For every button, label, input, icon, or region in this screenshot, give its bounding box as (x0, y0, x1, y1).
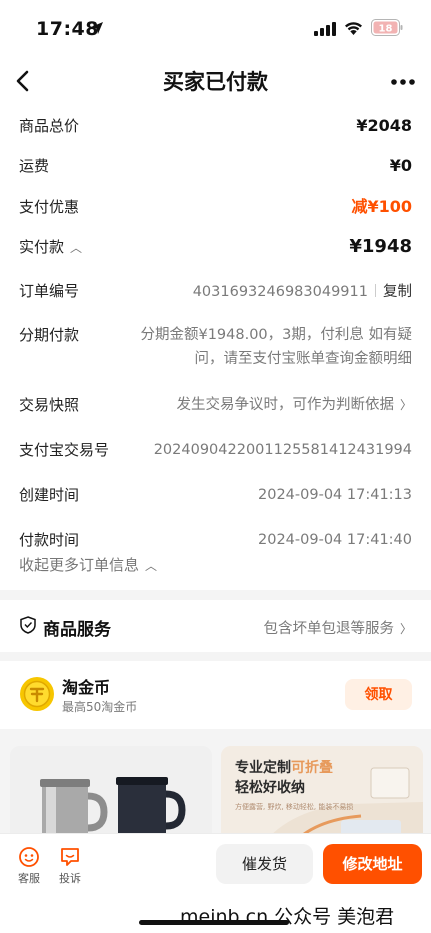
installment-line-1: 分期金额¥1948.00，3期，付利息 如有疑 (140, 327, 412, 343)
recommend-card-mugs[interactable] (10, 746, 212, 846)
shipping-value: ¥0 (389, 156, 412, 175)
created-time-value: 2024-09-04 17:41:13 (258, 487, 412, 503)
nav-bar: 买家已付款 (0, 56, 431, 106)
service-card[interactable]: 商品服务 包含坏单包退等服务〉 (0, 600, 431, 652)
paid-time-label: 付款时间 (19, 531, 80, 549)
paid-amount-label: 实付款 (19, 238, 65, 256)
storage-headline-a: 专业定制 (235, 760, 291, 776)
redeem-button[interactable]: 领取 (345, 679, 412, 710)
customer-service-tool[interactable]: 客服 (14, 846, 44, 886)
chevron-right-icon: 〉 (399, 622, 412, 636)
shield-icon (20, 616, 36, 634)
storage-headline: 专业定制可折叠轻松好收纳 (235, 758, 333, 798)
snapshot-label: 交易快照 (19, 396, 80, 414)
recommend-card-storage[interactable]: 专业定制可折叠轻松好收纳 方便露营, 野炊, 移动轻松, 能装不易损 (221, 746, 423, 846)
recommendation-area: 专业定制可折叠轻松好收纳 方便露营, 野炊, 移动轻松, 能装不易损 (0, 738, 431, 846)
installment-line-2: 问，请至支付宝账单查询金额明细 (194, 351, 413, 367)
created-time-label: 创建时间 (19, 486, 80, 504)
chevron-up-icon: ︿ (145, 559, 158, 573)
installment-value: 分期金额¥1948.00，3期，付利息 如有疑问，请至支付宝账单查询金额明细 (140, 323, 412, 371)
battery-level: 18 (379, 24, 393, 35)
coin-subtitle: 最高50淘金币 (62, 700, 138, 714)
battery-icon: 18 (371, 19, 403, 36)
total-price-label: 商品总价 (19, 117, 80, 135)
snapshot-link[interactable]: 发生交易争议时，可作为判断依据〉 (176, 395, 412, 415)
paid-amount-value: ¥1948 (349, 236, 412, 257)
signal-icon (314, 22, 336, 36)
complaint-label: 投诉 (59, 872, 81, 885)
chevron-up-icon: ︿ (70, 241, 83, 255)
paid-time-value: 2024-09-04 17:41:40 (258, 532, 412, 548)
discount-value: 减¥100 (351, 197, 412, 216)
alipay-number-value: 2024090422001125581412431994 (153, 442, 412, 458)
order-number-wrap: 4031693246983049911 复制 (193, 281, 412, 302)
total-price-value: ¥2048 (356, 116, 412, 135)
alipay-number-label: 支付宝交易号 (19, 441, 110, 459)
location-arrow-icon (91, 22, 103, 34)
copy-button[interactable]: 复制 (383, 284, 412, 300)
coin-card: 淘金币 最高50淘金币 领取 (0, 661, 431, 729)
complaint-icon (61, 848, 79, 866)
chevron-right-icon: 〉 (399, 398, 412, 412)
discount-label: 支付优惠 (19, 198, 80, 216)
paid-amount-label-wrap[interactable]: 实付款 ︿ (19, 237, 82, 258)
storage-headline-b: 可折叠 (291, 760, 333, 776)
more-icon[interactable] (390, 78, 416, 86)
complaint-tool[interactable]: 投诉 (55, 846, 85, 886)
mugs-image (10, 746, 212, 846)
storage-caption: 方便露营, 野炊, 移动轻松, 能装不易损 (235, 803, 354, 811)
collapse-label: 收起更多订单信息 (19, 556, 140, 574)
order-info-card: 商品总价 ¥2048 运费 ¥0 支付优惠 减¥100 实付款 ︿ ¥1948 订… (0, 106, 431, 590)
customer-service-label: 客服 (18, 872, 40, 885)
service-link-text: 包含坏单包退等服务 (263, 621, 394, 637)
snapshot-value: 发生交易争议时，可作为判断依据 (176, 397, 394, 413)
urge-shipment-button[interactable]: 催发货 (216, 844, 313, 884)
bottom-action-bar: 客服 投诉 催发货 修改地址 meinb.cn 公众号 美泡君 (0, 833, 431, 933)
home-indicator (139, 920, 289, 925)
service-link[interactable]: 包含坏单包退等服务〉 (263, 617, 412, 638)
status-bar: 17:48 18 (0, 0, 431, 56)
divider (375, 284, 376, 297)
service-title: 商品服务 (43, 620, 111, 640)
change-address-button[interactable]: 修改地址 (323, 844, 422, 884)
coin-title: 淘金币 (62, 678, 111, 697)
shipping-label: 运费 (19, 157, 50, 175)
order-number-label: 订单编号 (19, 282, 80, 300)
coin-icon (20, 677, 54, 711)
collapse-order-info-button[interactable]: 收起更多订单信息 ︿ (19, 554, 157, 575)
page-title: 买家已付款 (163, 70, 268, 94)
wifi-icon (345, 22, 362, 35)
customer-service-icon (19, 847, 39, 867)
installment-label: 分期付款 (19, 326, 80, 344)
storage-headline-line2: 轻松好收纳 (235, 780, 305, 796)
order-number-value: 4031693246983049911 (192, 284, 368, 300)
